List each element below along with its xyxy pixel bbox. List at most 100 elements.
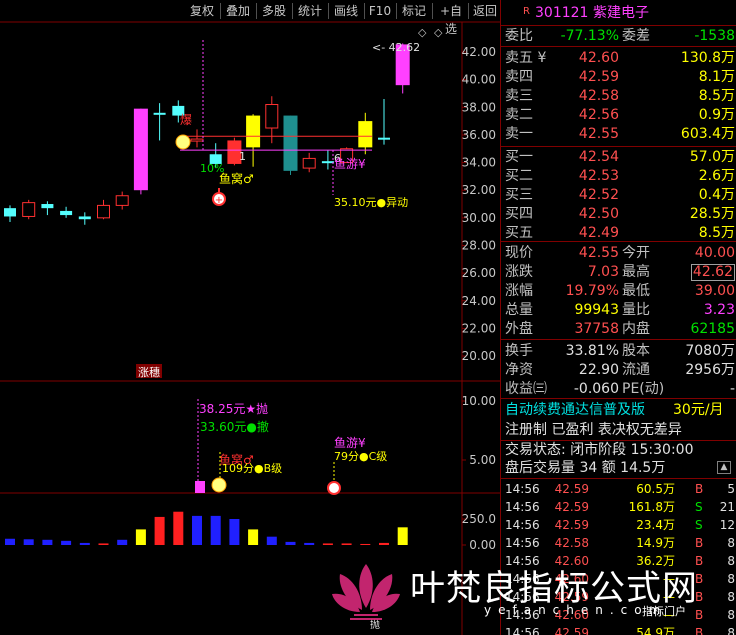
after-hours-line: 盘后交易量 34 额 14.5万 ▲ xyxy=(501,459,736,477)
quote-row: 涨幅 19.79% 最低 39.00 xyxy=(501,282,736,300)
quote-label: 涨幅 xyxy=(505,283,533,299)
stock-header: R 301121 紫建电子 xyxy=(501,4,736,24)
grade-c-label: 79分●C级 xyxy=(334,450,387,463)
stock-badge: R xyxy=(523,6,530,17)
volume-bar xyxy=(229,519,240,545)
tick-price: 42.59 xyxy=(554,500,589,514)
subscription-line[interactable]: 自动续费通达信普及版 30元/月 xyxy=(501,401,736,419)
divider xyxy=(501,146,736,147)
ask-level-row: 卖一 42.55 603.4万 xyxy=(501,125,736,143)
plus-marker-glyph: + xyxy=(215,195,223,206)
tick-side: S xyxy=(695,500,703,514)
ask-price: 42.55 xyxy=(578,126,619,142)
candle xyxy=(60,206,73,218)
bid-label: 买五 xyxy=(505,225,533,241)
count-label: 1 xyxy=(239,150,246,163)
divider xyxy=(501,398,736,399)
tick-side: S xyxy=(695,518,703,532)
kline-chart-canvas[interactable]: 42.00 40.00 38.00 36.00 34.00 32.00 30.00 28.00… xyxy=(0,0,500,635)
quote-value: 37758 xyxy=(574,321,619,337)
candle xyxy=(22,199,36,220)
price-axis-tick: 34.00 xyxy=(462,156,496,170)
divider xyxy=(501,25,736,26)
ask-label: 卖三 xyxy=(505,88,533,104)
tick-row: 14:56 42.58 14.9万 B 8 xyxy=(501,534,736,552)
quote-row: 现价 42.55 今开 40.00 xyxy=(501,244,736,262)
quote-label: 最低 xyxy=(622,283,650,299)
watermark-url: yefanchen.com xyxy=(484,603,668,617)
ask-level-row: 卖二 42.56 0.9万 xyxy=(501,106,736,124)
ask-price: 42.60 xyxy=(578,50,619,66)
ask-volume: 8.1万 xyxy=(698,69,735,85)
quote-row: 净资 22.90 流通 2956万 xyxy=(501,361,736,379)
stock-code[interactable]: 301121 xyxy=(535,4,588,22)
candle xyxy=(302,152,316,173)
bid-level-row: 买四 42.50 28.5万 xyxy=(501,205,736,223)
tick-volume: 14.9万 xyxy=(636,536,675,550)
quote-value: 22.90 xyxy=(578,362,619,378)
price-axis-tick: 20.00 xyxy=(462,349,496,363)
volume-bar xyxy=(135,529,146,545)
quote-row: 收益㈢ -0.060 PE(动) - xyxy=(501,380,736,398)
watermark: 叶梵良指标公式网 yefanchen.com 指标门户 xyxy=(332,556,736,635)
after-hours-text: 盘后交易量 34 额 14.5万 xyxy=(505,460,666,476)
bid-level-row: 买三 42.52 0.4万 xyxy=(501,186,736,204)
yidong-label: 35.10元●异动 xyxy=(334,196,408,209)
bid-volume: 57.0万 xyxy=(689,149,735,165)
candle xyxy=(4,205,16,222)
volume-bar xyxy=(117,539,128,545)
candle xyxy=(97,199,110,220)
expand-icon[interactable]: ▲ xyxy=(717,461,731,474)
tick-side: B xyxy=(695,536,704,550)
weicha-value: -1538 xyxy=(694,28,735,44)
weibi-label: 委比 xyxy=(505,28,533,44)
bid-level-row: 买二 42.53 2.6万 xyxy=(501,167,736,185)
ask-level-row: 卖四 42.59 8.1万 xyxy=(501,68,736,86)
volume-axis-tick: 0.00 xyxy=(469,538,496,552)
volume-bar xyxy=(98,543,109,545)
divider xyxy=(501,339,736,340)
kline-chart[interactable]: 42.00 40.00 38.00 36.00 34.00 32.00 30.00 28.00… xyxy=(0,0,500,635)
bao-label: 爆 xyxy=(180,113,192,127)
ask-level-row: 卖五 ¥ 42.60 130.8万 xyxy=(501,49,736,67)
trade-status-line: 交易状态: 闭市阶段 15:30:00 xyxy=(501,441,736,459)
moneybag-icon xyxy=(175,134,191,150)
tick-time: 14:56 xyxy=(505,482,540,496)
volume-bar xyxy=(192,515,202,545)
bid-label: 买一 xyxy=(505,149,533,165)
ask-volume: 603.4万 xyxy=(680,126,735,142)
tick-volume: 23.4万 xyxy=(636,518,675,532)
quote-label: 最高 xyxy=(622,264,650,280)
limit-up-tag-text: 涨穗 xyxy=(138,366,160,379)
quote-label: 内盘 xyxy=(622,321,650,337)
candle xyxy=(190,129,204,148)
volume-bar xyxy=(360,543,371,545)
yuwo-label: 鱼窝♂ xyxy=(219,171,254,186)
quote-value: 19.79% xyxy=(565,283,619,299)
trade-status-text: 交易状态: 闭市阶段 15:30:00 xyxy=(505,442,694,458)
ask-volume: 8.5万 xyxy=(698,88,735,104)
diamond-icon[interactable]: ◇ xyxy=(418,26,427,39)
bid-volume: 0.4万 xyxy=(698,187,735,203)
quote-row: 总量 99943 量比 3.23 xyxy=(501,301,736,319)
high-price-label: <- 42.62 xyxy=(372,41,420,54)
stock-name[interactable]: 紫建电子 xyxy=(593,4,649,22)
subscription-text: 自动续费通达信普及版 xyxy=(505,402,645,418)
quote-row: 换手 33.81% 股本 7080万 xyxy=(501,342,736,360)
bid-price: 42.54 xyxy=(578,149,619,165)
ask-price: 42.56 xyxy=(578,107,619,123)
volume-bar xyxy=(23,539,34,545)
price-axis-tick: 38.00 xyxy=(462,100,496,114)
price-axis-tick: 28.00 xyxy=(462,238,496,252)
tick-count: 8 xyxy=(727,536,735,550)
quote-value: 42.62 xyxy=(690,264,735,281)
tick-volume: 60.5万 xyxy=(636,482,675,496)
pao-label: 38.25元★抛 xyxy=(199,401,268,416)
tick-price: 42.59 xyxy=(554,482,589,496)
candle xyxy=(78,212,91,225)
grade-b-label: 109分●B级 xyxy=(222,462,282,475)
diamond-icon[interactable]: ◇ xyxy=(434,26,443,39)
quote-label: 现价 xyxy=(505,245,533,261)
quote-label: 换手 xyxy=(505,343,533,359)
tick-price: 42.58 xyxy=(554,536,589,550)
